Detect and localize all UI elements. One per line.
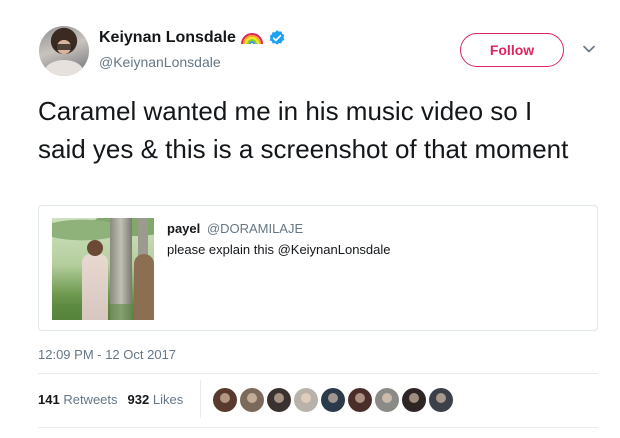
likes-count: 932 (127, 392, 150, 407)
rainbow-icon (240, 33, 263, 45)
author-handle[interactable]: @KeiynanLonsdale (99, 54, 221, 70)
divider (38, 373, 598, 374)
retweets-label: Retweets (63, 392, 118, 407)
verified-badge-icon (269, 30, 285, 45)
author-name-row: Keiynan Lonsdale (99, 29, 286, 47)
quoted-tweet-image (52, 218, 154, 320)
divider (38, 427, 598, 428)
author-display-name[interactable]: Keiynan Lonsdale (99, 29, 236, 47)
quoted-tweet-text: please explain this @KeiynanLonsdale (167, 242, 391, 257)
tweet-text: Caramel wanted me in his music video so … (38, 96, 569, 164)
likes-stat[interactable]: 932 Likes (128, 392, 184, 407)
retweets-count: 141 (38, 392, 60, 407)
quoted-author-name: payel (167, 221, 201, 236)
likes-label: Likes (152, 392, 184, 407)
follow-button[interactable]: Follow (460, 33, 564, 67)
liker-avatar[interactable] (294, 388, 318, 412)
liker-avatar[interactable] (402, 388, 426, 412)
liker-avatar[interactable] (429, 388, 453, 412)
liker-avatar[interactable] (348, 388, 372, 412)
tweet: Keiynan Lonsdale @KeiynanLonsdale Follow… (0, 0, 620, 438)
liker-avatar[interactable] (321, 388, 345, 412)
tweet-timestamp[interactable]: 12:09 PM - 12 Oct 2017 (38, 347, 176, 362)
liker-avatar[interactable] (267, 388, 291, 412)
quoted-tweet-card[interactable]: payel @DORAMILAJE please explain this @K… (38, 205, 598, 331)
liker-avatar[interactable] (375, 388, 399, 412)
likers-avatars (213, 388, 453, 412)
liker-avatar[interactable] (213, 388, 237, 412)
quoted-tweet-header: payel @DORAMILAJE (167, 221, 303, 236)
quoted-author-handle: @DORAMILAJE (206, 221, 304, 236)
chevron-down-icon[interactable] (581, 41, 597, 57)
tweet-stats: 141 Retweets 932 Likes (38, 392, 183, 407)
stats-separator (200, 380, 201, 418)
retweets-stat[interactable]: 141 Retweets (38, 392, 118, 407)
liker-avatar[interactable] (240, 388, 264, 412)
author-avatar[interactable] (39, 26, 89, 76)
